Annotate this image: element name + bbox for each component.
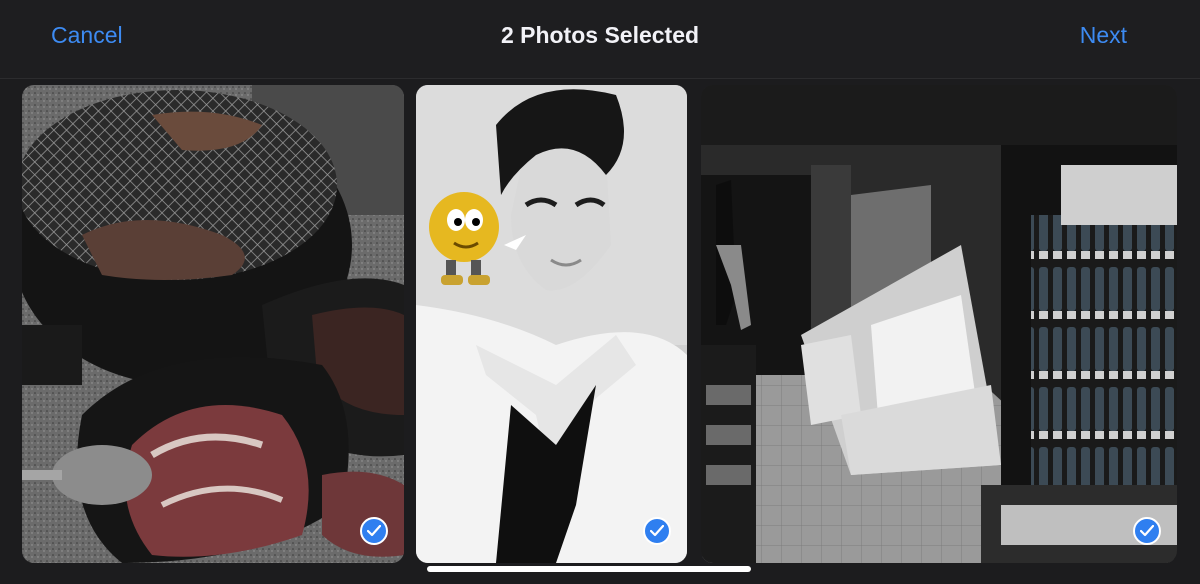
selected-check-badge[interactable] <box>643 517 671 545</box>
selected-check-badge[interactable] <box>360 517 388 545</box>
photo-tile-portrait[interactable] <box>416 85 687 563</box>
photo-selection-screen: Cancel 2 Photos Selected Next <box>0 0 1200 584</box>
store-aisle-image <box>701 85 1177 563</box>
home-indicator[interactable] <box>427 566 751 572</box>
checkmark-icon <box>650 525 664 537</box>
photo-tile-grilled-meat[interactable] <box>22 85 404 563</box>
checkmark-icon <box>1140 525 1154 537</box>
navigation-bar: Cancel 2 Photos Selected Next <box>0 0 1200 79</box>
selected-check-badge[interactable] <box>1133 517 1161 545</box>
portrait-image <box>416 85 687 563</box>
page-title: 2 Photos Selected <box>500 22 700 48</box>
next-button[interactable]: Next <box>1080 22 1127 49</box>
grilled-meat-image <box>22 85 404 563</box>
photo-grid <box>0 85 1200 565</box>
photo-tile-store-aisle[interactable] <box>701 85 1177 563</box>
checkmark-icon <box>367 525 381 537</box>
